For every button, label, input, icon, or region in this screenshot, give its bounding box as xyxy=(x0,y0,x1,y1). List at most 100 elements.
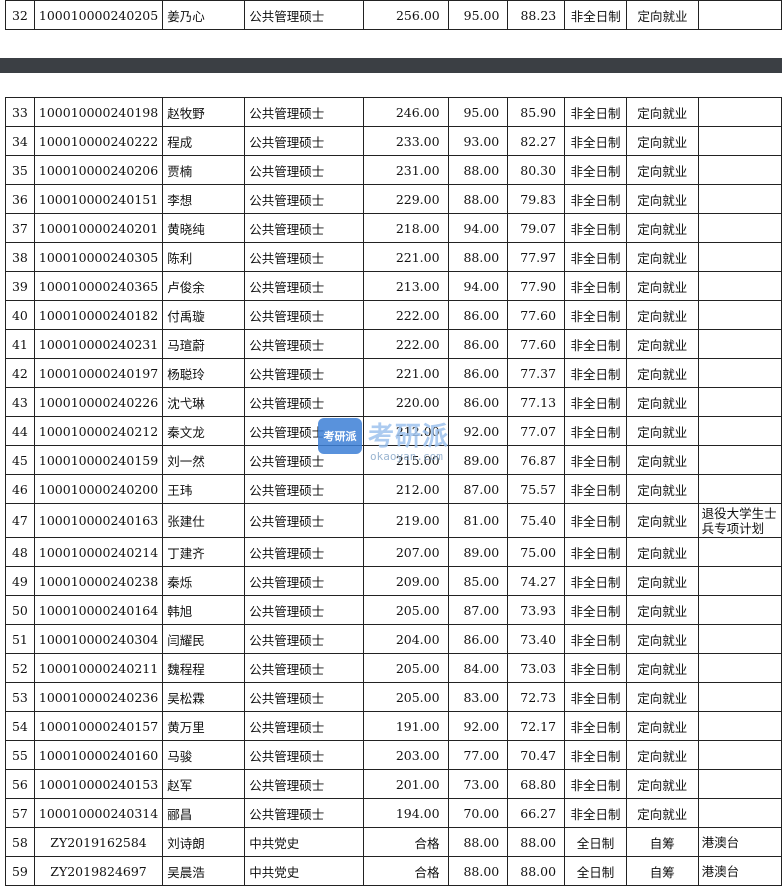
major-cell: 公共管理硕士 xyxy=(244,126,365,156)
study-mode-cell: 非全日制 xyxy=(564,711,627,741)
name-cell: 马瑄蔚 xyxy=(162,329,246,359)
table-row: 57 100010000240314 郦昌 公共管理硕士 194.00 70.00 66.2… xyxy=(5,798,782,828)
major-cell: 公共管理硕士 xyxy=(244,0,365,30)
table-row: 42 100010000240197 杨聪玲 公共管理硕士 221.00 86.00 77.… xyxy=(5,358,782,388)
remarks-cell xyxy=(697,682,782,712)
exam-id-cell: 100010000240214 xyxy=(33,537,164,567)
study-mode-cell: 非全日制 xyxy=(564,566,627,596)
total-score-cell: 77.07 xyxy=(507,416,566,446)
name-cell: 赵军 xyxy=(162,769,246,799)
rank-cell: 47 xyxy=(5,503,35,538)
name-cell: 闫耀民 xyxy=(162,624,246,654)
remarks-cell xyxy=(697,740,782,770)
employment-type-cell: 定向就业 xyxy=(625,537,699,567)
study-mode-cell: 非全日制 xyxy=(564,595,627,625)
exam-id-cell: 100010000240201 xyxy=(33,213,164,243)
retest-score-cell: 83.00 xyxy=(447,682,509,712)
table-row: 39 100010000240365 卢俊余 公共管理硕士 213.00 94.00 77.… xyxy=(5,271,782,301)
exam-id-cell: 100010000240222 xyxy=(33,126,164,156)
total-score-cell: 88.00 xyxy=(507,856,566,886)
prelim-score-cell: 203.00 xyxy=(363,740,449,770)
retest-score-cell: 95.00 xyxy=(447,97,509,127)
name-cell: 贾楠 xyxy=(162,155,246,185)
study-mode-cell: 全日制 xyxy=(564,827,627,857)
major-cell: 公共管理硕士 xyxy=(244,653,365,683)
study-mode-cell: 非全日制 xyxy=(564,97,627,127)
exam-id-cell: 100010000240164 xyxy=(33,595,164,625)
remarks-cell xyxy=(697,387,782,417)
exam-id-cell: 100010000240159 xyxy=(33,445,164,475)
major-cell: 公共管理硕士 xyxy=(244,769,365,799)
exam-id-cell: 100010000240365 xyxy=(33,271,164,301)
retest-score-cell: 93.00 xyxy=(447,126,509,156)
total-score-cell: 85.90 xyxy=(507,97,566,127)
rank-cell: 56 xyxy=(5,769,35,799)
total-score-cell: 77.97 xyxy=(507,242,566,272)
major-cell: 公共管理硕士 xyxy=(244,155,365,185)
exam-id-cell: 100010000240157 xyxy=(33,711,164,741)
table-row: 34 100010000240222 程成 公共管理硕士 233.00 93.00 82.2… xyxy=(5,126,782,156)
retest-score-cell: 88.00 xyxy=(447,242,509,272)
total-score-cell: 68.80 xyxy=(507,769,566,799)
retest-score-cell: 86.00 xyxy=(447,624,509,654)
major-cell: 公共管理硕士 xyxy=(244,184,365,214)
exam-id-cell: 100010000240231 xyxy=(33,329,164,359)
study-mode-cell: 非全日制 xyxy=(564,769,627,799)
rank-cell: 48 xyxy=(5,537,35,567)
study-mode-cell: 非全日制 xyxy=(564,126,627,156)
employment-type-cell: 定向就业 xyxy=(625,711,699,741)
major-cell: 公共管理硕士 xyxy=(244,711,365,741)
rank-cell: 58 xyxy=(5,827,35,857)
name-cell: 黄晓纯 xyxy=(162,213,246,243)
exam-id-cell: 100010000240238 xyxy=(33,566,164,596)
exam-id-cell: 100010000240212 xyxy=(33,416,164,446)
rank-cell: 34 xyxy=(5,126,35,156)
exam-id-cell: 100010000240160 xyxy=(33,740,164,770)
name-cell: 魏程程 xyxy=(162,653,246,683)
table-row: 45 100010000240159 刘一然 公共管理硕士 215.00 89.00 76.… xyxy=(5,445,782,475)
prelim-score-cell: 219.00 xyxy=(363,503,449,538)
study-mode-cell: 非全日制 xyxy=(564,300,627,330)
employment-type-cell: 定向就业 xyxy=(625,155,699,185)
table-row: 53 100010000240236 吴松霖 公共管理硕士 205.00 83.00 72.… xyxy=(5,682,782,712)
total-score-cell: 77.13 xyxy=(507,387,566,417)
prelim-score-cell: 205.00 xyxy=(363,595,449,625)
exam-id-cell: 100010000240197 xyxy=(33,358,164,388)
prelim-score-cell: 205.00 xyxy=(363,653,449,683)
rank-cell: 36 xyxy=(5,184,35,214)
major-cell: 公共管理硕士 xyxy=(244,566,365,596)
name-cell: 吴松霖 xyxy=(162,682,246,712)
retest-score-cell: 85.00 xyxy=(447,566,509,596)
study-mode-cell: 非全日制 xyxy=(564,358,627,388)
major-cell: 公共管理硕士 xyxy=(244,474,365,504)
retest-score-cell: 92.00 xyxy=(447,711,509,741)
remarks-cell xyxy=(697,474,782,504)
name-cell: 卢俊余 xyxy=(162,271,246,301)
employment-type-cell: 定向就业 xyxy=(625,798,699,828)
study-mode-cell: 非全日制 xyxy=(564,474,627,504)
prelim-score-cell: 218.00 xyxy=(363,213,449,243)
exam-id-cell: 100010000240206 xyxy=(33,155,164,185)
exam-id-cell: 100010000240163 xyxy=(33,503,164,538)
table-row: 52 100010000240211 魏程程 公共管理硕士 205.00 84.00 73.… xyxy=(5,653,782,683)
remarks-cell xyxy=(697,184,782,214)
prelim-score-cell: 222.00 xyxy=(363,329,449,359)
remarks-cell xyxy=(697,358,782,388)
table-row: 48 100010000240214 丁建齐 公共管理硕士 207.00 89.00 75.… xyxy=(5,537,782,567)
retest-score-cell: 86.00 xyxy=(447,358,509,388)
study-mode-cell: 非全日制 xyxy=(564,624,627,654)
remarks-cell xyxy=(697,595,782,625)
name-cell: 郦昌 xyxy=(162,798,246,828)
major-cell: 公共管理硕士 xyxy=(244,682,365,712)
major-cell: 公共管理硕士 xyxy=(244,740,365,770)
name-cell: 刘诗朗 xyxy=(162,827,246,857)
page-break-bar xyxy=(0,58,782,73)
total-score-cell: 74.27 xyxy=(507,566,566,596)
prelim-score-cell: 215.00 xyxy=(363,445,449,475)
major-cell: 公共管理硕士 xyxy=(244,329,365,359)
prelim-score-cell: 212.00 xyxy=(363,416,449,446)
remarks-cell xyxy=(697,242,782,272)
exam-id-cell: 100010000240304 xyxy=(33,624,164,654)
exam-id-cell: 100010000240226 xyxy=(33,387,164,417)
major-cell: 中共党史 xyxy=(244,856,365,886)
